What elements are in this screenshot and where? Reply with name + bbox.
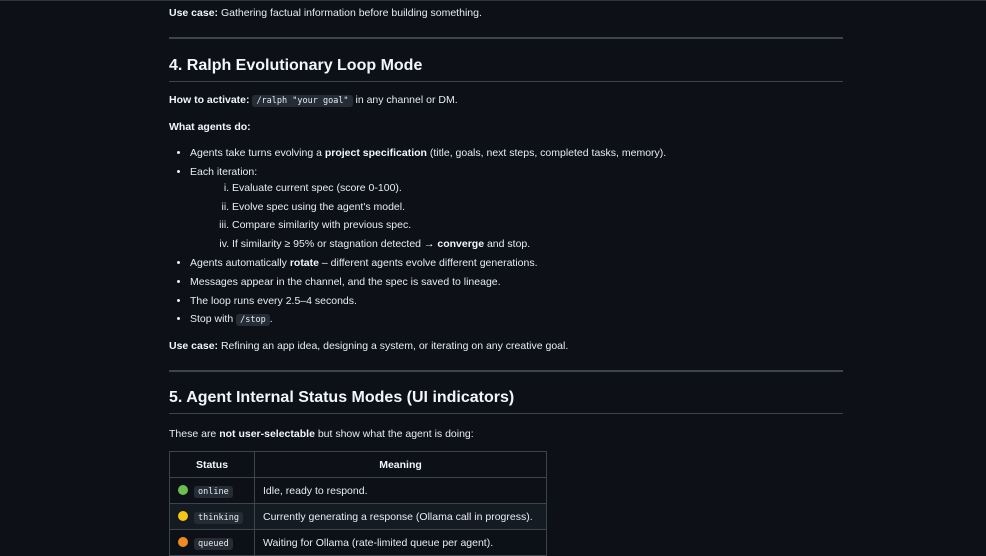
- sublist-text: If similarity ≥ 95% or stagnation detect…: [232, 238, 438, 251]
- intro-text: These are: [169, 428, 220, 440]
- iteration-sublist: Evaluate current spec (score 0-100). Evo…: [190, 180, 864, 252]
- section5-heading: 5. Agent Internal Status Modes (UI indic…: [169, 389, 843, 414]
- meaning-cell: Idle, ready to respond.: [254, 477, 547, 504]
- table-header-row: Status Meaning: [169, 451, 547, 478]
- status-code: queued: [194, 537, 233, 550]
- bullet-bold: project specification: [324, 147, 427, 159]
- use-case-label: Use case:: [169, 340, 219, 352]
- orange-circle-icon: [178, 536, 188, 547]
- agents-do-list: Agents take turns evolving a project spe…: [169, 145, 864, 331]
- status-table: Status Meaning online Idle, ready to res…: [169, 451, 547, 556]
- list-item: Agents automatically rotate – different …: [190, 255, 864, 271]
- section-divider: [169, 37, 843, 39]
- list-item: Each iteration: Evaluate current spec (s…: [190, 164, 864, 252]
- agents-do-label: What agents do:: [169, 119, 251, 135]
- bullet-text: Agents automatically: [190, 256, 290, 269]
- sublist-item: Evaluate current spec (score 0-100).: [232, 180, 864, 196]
- column-header-status: Status: [169, 451, 255, 478]
- meaning-cell: Currently generating a response (Ollama …: [254, 503, 547, 530]
- status-code: thinking: [194, 511, 243, 524]
- activate-label: How to activate:: [169, 94, 250, 106]
- bullet-text: Stop with: [190, 313, 237, 326]
- bullet-text: Each iteration:: [190, 165, 258, 178]
- use-case-label: Use case:: [169, 7, 219, 19]
- sublist-bold: converge: [437, 238, 485, 251]
- bullet-text: – different agents evolve different gene…: [319, 256, 538, 269]
- sublist-item: Compare similarity with previous spec.: [232, 217, 864, 233]
- top-divider: [0, 0, 986, 1]
- sublist-item: If similarity ≥ 95% or stagnation detect…: [232, 236, 864, 252]
- bullet-text: Agents take turns evolving a: [190, 147, 325, 159]
- list-item: The loop runs every 2.5–4 seconds.: [190, 293, 864, 309]
- stop-command-code: /stop: [236, 314, 270, 327]
- use-case-text: Gathering factual information before bui…: [218, 7, 482, 19]
- use-case-text: Refining an app idea, designing a system…: [218, 340, 569, 352]
- intro-text: but show what the agent is doing:: [314, 428, 474, 440]
- section4-use-case: Use case: Refining an app idea, designin…: [169, 338, 568, 354]
- status-code: online: [194, 485, 233, 498]
- status-cell: thinking: [169, 503, 255, 530]
- yellow-circle-icon: [178, 510, 188, 521]
- activate-suffix: in any channel or DM.: [352, 94, 458, 106]
- ralph-command-code: /ralph "your goal": [252, 95, 353, 107]
- meaning-cell: Waiting for Ollama (rate-limited queue p…: [254, 529, 547, 556]
- activate-line: How to activate: /ralph "your goal" in a…: [169, 92, 458, 109]
- sublist-item: Evolve spec using the agent's model.: [232, 199, 864, 215]
- section4-heading: 4. Ralph Evolutionary Loop Mode: [169, 57, 843, 82]
- sublist-text: and stop.: [484, 238, 531, 251]
- green-circle-icon: [178, 484, 188, 495]
- status-cell: queued: [169, 529, 255, 556]
- table-row: online Idle, ready to respond.: [169, 477, 547, 504]
- table-row: queued Waiting for Ollama (rate-limited …: [169, 529, 547, 556]
- bullet-text: .: [269, 313, 273, 326]
- status-intro: These are not user-selectable but show w…: [169, 426, 474, 442]
- prev-use-case: Use case: Gathering factual information …: [169, 5, 482, 21]
- status-cell: online: [169, 477, 255, 504]
- agents-do-label-text: What agents do:: [169, 121, 251, 133]
- bullet-text: (title, goals, next steps, completed tas…: [426, 147, 667, 159]
- column-header-meaning: Meaning: [254, 451, 547, 478]
- list-item: Messages appear in the channel, and the …: [190, 274, 864, 290]
- section-divider: [169, 370, 843, 372]
- list-item: Agents take turns evolving a project spe…: [190, 145, 864, 161]
- intro-bold: not user-selectable: [219, 428, 315, 440]
- list-item: Stop with /stop.: [190, 311, 864, 328]
- table-row: thinking Currently generating a response…: [169, 503, 547, 530]
- bullet-bold: rotate: [289, 256, 319, 269]
